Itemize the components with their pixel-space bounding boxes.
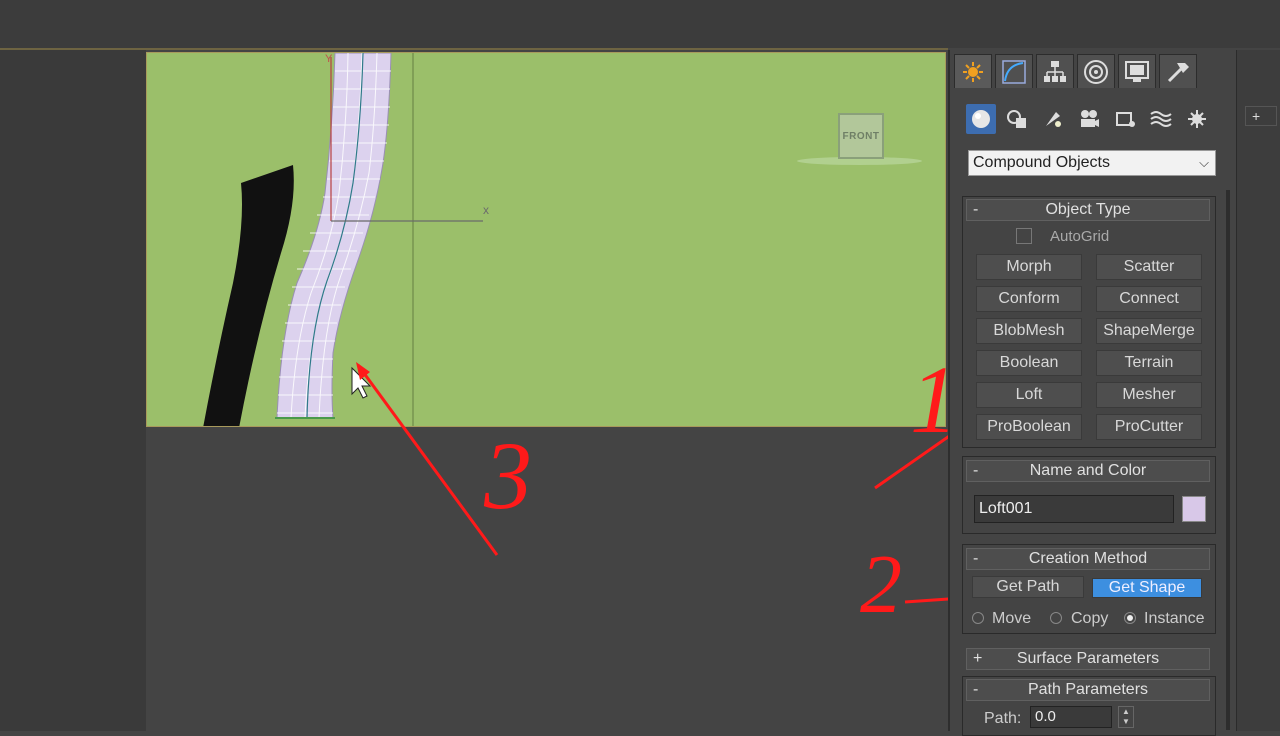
object-color-swatch[interactable] bbox=[1182, 496, 1206, 522]
right-side-strip: + bbox=[1236, 50, 1280, 731]
get-path-button[interactable]: Get Path bbox=[972, 576, 1084, 598]
front-viewport[interactable]: Y x FRONT bbox=[146, 52, 946, 427]
sun-icon bbox=[963, 61, 983, 82]
instance-radio-label: Instance bbox=[1144, 610, 1205, 627]
blobmesh-button[interactable]: BlobMesh bbox=[976, 318, 1082, 344]
mesher-button[interactable]: Mesher bbox=[1096, 382, 1202, 408]
command-panel-tabs bbox=[954, 54, 1197, 88]
left-empty-area bbox=[0, 50, 146, 731]
surface-parameters-header[interactable]: + Surface Parameters bbox=[966, 648, 1210, 670]
move-radio[interactable] bbox=[972, 612, 984, 624]
cameras-icon bbox=[1081, 110, 1099, 127]
curve-icon bbox=[1002, 59, 1026, 84]
copy-radio-label: Copy bbox=[1071, 610, 1109, 627]
procutter-button[interactable]: ProCutter bbox=[1096, 414, 1202, 440]
chevron-down-icon: ⌵ bbox=[1199, 155, 1209, 170]
collapse-sign: - bbox=[973, 550, 979, 567]
category-shapes[interactable] bbox=[1002, 104, 1032, 134]
collapse-sign: - bbox=[973, 201, 979, 218]
path-value-field[interactable]: 0.0 bbox=[1030, 706, 1112, 728]
loft-button[interactable]: Loft bbox=[976, 382, 1082, 408]
category-geometry[interactable] bbox=[966, 104, 996, 134]
object-type-title: Object Type bbox=[1045, 201, 1131, 218]
boolean-button[interactable]: Boolean bbox=[976, 350, 1082, 376]
path-spinner[interactable]: ▲ ▼ bbox=[1118, 706, 1134, 728]
autogrid-checkbox[interactable] bbox=[1016, 228, 1032, 244]
sphere-icon bbox=[972, 110, 990, 128]
tab-motion[interactable] bbox=[1077, 54, 1115, 88]
tab-hierarchy[interactable] bbox=[1036, 54, 1074, 88]
category-systems[interactable] bbox=[1182, 104, 1212, 134]
surface-parameters-title: Surface Parameters bbox=[1016, 650, 1160, 667]
object-name-field[interactable]: Loft001 bbox=[974, 495, 1174, 523]
path-label: Path: bbox=[984, 710, 1022, 727]
hammer-icon bbox=[1167, 62, 1189, 82]
copy-radio[interactable] bbox=[1050, 612, 1062, 624]
name-and-color-title: Name and Color bbox=[1029, 462, 1147, 479]
category-dropdown[interactable]: Compound Objects ⌵ bbox=[968, 150, 1216, 176]
viewcube-front[interactable]: FRONT bbox=[838, 113, 884, 159]
annotation-marker-2: 2 bbox=[860, 538, 902, 631]
monitor-icon bbox=[1125, 60, 1149, 82]
scatter-button[interactable]: Scatter bbox=[1096, 254, 1202, 280]
y-axis-label: Y bbox=[325, 53, 333, 65]
connect-button[interactable]: Connect bbox=[1096, 286, 1202, 312]
create-categories bbox=[966, 104, 1212, 134]
name-and-color-header[interactable]: - Name and Color bbox=[966, 460, 1210, 482]
category-lights[interactable] bbox=[1038, 104, 1068, 134]
proboolean-button[interactable]: ProBoolean bbox=[976, 414, 1082, 440]
category-dropdown-value: Compound Objects bbox=[973, 154, 1110, 171]
annotation-marker-3: 3 bbox=[483, 422, 532, 529]
expand-panel-button[interactable]: + bbox=[1245, 106, 1277, 126]
move-radio-label: Move bbox=[992, 610, 1032, 627]
get-shape-button[interactable]: Get Shape bbox=[1092, 578, 1202, 598]
expand-sign: + bbox=[973, 650, 983, 667]
panel-scrollbar[interactable] bbox=[1226, 190, 1230, 730]
creation-method-title: Creation Method bbox=[1028, 550, 1148, 567]
category-helpers[interactable] bbox=[1110, 104, 1140, 134]
motion-icon bbox=[1084, 59, 1108, 84]
tab-create[interactable] bbox=[954, 54, 992, 88]
category-cameras[interactable] bbox=[1074, 104, 1104, 134]
x-axis-label: x bbox=[483, 203, 489, 217]
tab-display[interactable] bbox=[1118, 54, 1156, 88]
autogrid-label: AutoGrid bbox=[1050, 228, 1110, 245]
collapse-sign: - bbox=[973, 681, 979, 698]
collapse-sign: - bbox=[973, 462, 979, 479]
tab-modify[interactable] bbox=[995, 54, 1033, 88]
hierarchy-icon bbox=[1044, 60, 1066, 82]
command-panel: Compound Objects ⌵ - Object Type AutoGri… bbox=[948, 50, 1240, 736]
tab-utilities[interactable] bbox=[1159, 54, 1197, 88]
instance-radio[interactable] bbox=[1124, 612, 1136, 624]
shapemerge-button[interactable]: ShapeMerge bbox=[1096, 318, 1202, 344]
conform-button[interactable]: Conform bbox=[976, 286, 1082, 312]
morph-button[interactable]: Morph bbox=[976, 254, 1082, 280]
shapes-icon bbox=[1007, 110, 1026, 128]
category-spacewarps[interactable] bbox=[1146, 104, 1176, 134]
lights-icon bbox=[1046, 112, 1061, 127]
creation-method-header[interactable]: - Creation Method bbox=[966, 548, 1210, 570]
top-toolbar-area bbox=[0, 0, 1280, 48]
systems-icon bbox=[1188, 110, 1206, 128]
helpers-icon bbox=[1116, 112, 1135, 127]
path-parameters-title: Path Parameters bbox=[1027, 681, 1149, 698]
spacewarps-icon bbox=[1150, 111, 1172, 127]
terrain-button[interactable]: Terrain bbox=[1096, 350, 1202, 376]
loft-mesh bbox=[276, 53, 392, 419]
viewport-scene bbox=[203, 53, 483, 426]
path-parameters-header[interactable]: - Path Parameters bbox=[966, 679, 1210, 701]
object-type-header[interactable]: - Object Type bbox=[966, 199, 1210, 221]
